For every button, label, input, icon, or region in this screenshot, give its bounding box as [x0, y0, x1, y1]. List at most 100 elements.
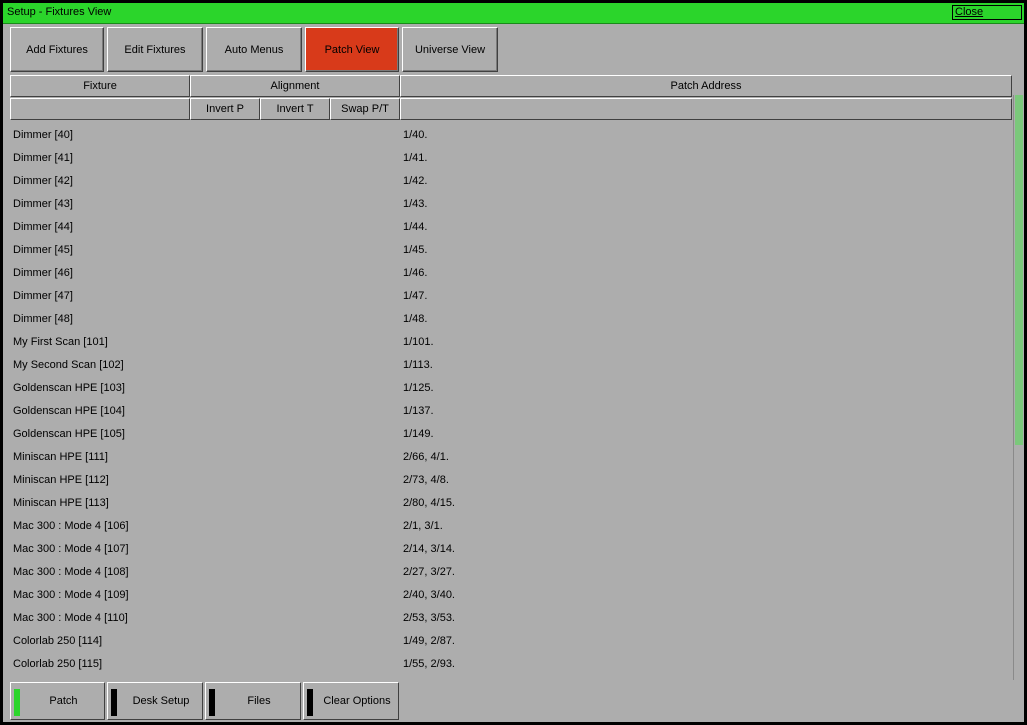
patch-address: 1/46.: [403, 267, 428, 279]
title-bar: Setup - Fixtures View Close: [3, 3, 1024, 24]
vertical-scrollbar[interactable]: [1013, 95, 1023, 680]
fixture-name: Dimmer [48]: [13, 313, 73, 325]
table-row[interactable]: Dimmer [42] 1/42.: [3, 171, 1010, 194]
fixture-name: Goldenscan HPE [103]: [13, 382, 125, 394]
fixture-name: Goldenscan HPE [104]: [13, 405, 125, 417]
tab-add-fixtures[interactable]: Add Fixtures: [10, 27, 104, 72]
tab-edit-fixtures[interactable]: Edit Fixtures: [107, 27, 203, 72]
patch-address: 2/1, 3/1.: [403, 520, 443, 532]
patch-button-label: Patch: [49, 695, 78, 707]
fixture-name: Colorlab 250 [115]: [13, 658, 103, 670]
desk-setup-button[interactable]: Desk Setup: [107, 682, 203, 720]
table-row[interactable]: Dimmer [40] 1/40.: [3, 125, 1010, 148]
header-patch-sub: [400, 98, 1012, 120]
fixture-name: My First Scan [101]: [13, 336, 108, 348]
table-row[interactable]: Miniscan HPE [113] 2/80, 4/15.: [3, 493, 1010, 516]
table-row[interactable]: Miniscan HPE [112] 2/73, 4/8.: [3, 470, 1010, 493]
patch-address: 1/113.: [403, 359, 433, 371]
table-row[interactable]: My First Scan [101] 1/101.: [3, 332, 1010, 355]
clear-options-button-label: Clear Options: [323, 695, 391, 707]
fixture-name: Dimmer [44]: [13, 221, 73, 233]
clear-options-button[interactable]: Clear Options: [303, 682, 399, 720]
scroll-thumb[interactable]: [1015, 95, 1023, 445]
header-alignment: Alignment: [190, 75, 400, 97]
patch-address: 1/149.: [403, 428, 434, 440]
table-row[interactable]: Mac 300 : Mode 4 [110] 2/53, 3/53.: [3, 608, 1010, 631]
patch-address: 2/40, 3/40.: [403, 589, 455, 601]
patch-address: 1/44.: [403, 221, 428, 233]
fixture-name: Dimmer [40]: [13, 129, 73, 141]
fixture-name: Mac 300 : Mode 4 [108]: [13, 566, 129, 578]
patch-address: 1/40.: [403, 129, 428, 141]
fixture-name: Mac 300 : Mode 4 [110]: [13, 612, 128, 624]
close-button[interactable]: Close: [952, 5, 1022, 20]
table-row[interactable]: Mac 300 : Mode 4 [109] 2/40, 3/40.: [3, 585, 1010, 608]
table-row[interactable]: Goldenscan HPE [103] 1/125.: [3, 378, 1010, 401]
files-button[interactable]: Files: [205, 682, 301, 720]
header-fixture-sub: [10, 98, 190, 120]
patch-address: 2/14, 3/14.: [403, 543, 455, 555]
table-row[interactable]: Goldenscan HPE [104] 1/137.: [3, 401, 1010, 424]
fixture-name: Mac 300 : Mode 4 [106]: [13, 520, 129, 532]
fixture-name: Miniscan HPE [111]: [13, 451, 108, 463]
patch-address: 1/55, 2/93.: [403, 658, 455, 670]
fixture-name: Dimmer [45]: [13, 244, 73, 256]
patch-address: 1/43.: [403, 198, 428, 210]
table-row[interactable]: Mac 300 : Mode 4 [108] 2/27, 3/27.: [3, 562, 1010, 585]
fixture-name: Colorlab 250 [114]: [13, 635, 103, 647]
fixture-name: Goldenscan HPE [105]: [13, 428, 125, 440]
patch-button[interactable]: Patch: [10, 682, 105, 720]
status-indicator: [14, 689, 20, 716]
fixture-name: Mac 300 : Mode 4 [109]: [13, 589, 129, 601]
patch-address: 1/42.: [403, 175, 428, 187]
patch-address: 1/49, 2/87.: [403, 635, 455, 647]
tab-patch-view[interactable]: Patch View: [305, 27, 399, 72]
patch-address: 1/45.: [403, 244, 428, 256]
tab-auto-menus[interactable]: Auto Menus: [206, 27, 302, 72]
fixture-name: Dimmer [41]: [13, 152, 73, 164]
fixture-name: Dimmer [43]: [13, 198, 73, 210]
patch-address: 1/41.: [403, 152, 428, 164]
window-title: Setup - Fixtures View: [7, 6, 112, 18]
table-row[interactable]: Colorlab 250 [114] 1/49, 2/87.: [3, 631, 1010, 654]
table-row[interactable]: Goldenscan HPE [105] 1/149.: [3, 424, 1010, 447]
status-indicator: [209, 689, 215, 716]
fixture-name: Miniscan HPE [113]: [13, 497, 109, 509]
header-swap-pt[interactable]: Swap P/T: [330, 98, 400, 120]
table-row[interactable]: Dimmer [45] 1/45.: [3, 240, 1010, 263]
patch-address: 1/47.: [403, 290, 428, 302]
status-indicator: [307, 689, 313, 716]
header-fixture[interactable]: Fixture: [10, 75, 190, 97]
table-row[interactable]: Dimmer [48] 1/48.: [3, 309, 1010, 332]
fixture-list: Dimmer [40] 1/40. Dimmer [41] 1/41. Dimmer […: [3, 125, 1010, 680]
fixture-name: My Second Scan [102]: [13, 359, 124, 371]
fixture-name: Dimmer [42]: [13, 175, 73, 187]
fixture-name: Dimmer [47]: [13, 290, 73, 302]
header-patch-address[interactable]: Patch Address: [400, 75, 1012, 97]
patch-address: 2/27, 3/27.: [403, 566, 455, 578]
fixture-name: Mac 300 : Mode 4 [107]: [13, 543, 129, 555]
table-row[interactable]: Mac 300 : Mode 4 [106] 2/1, 3/1.: [3, 516, 1010, 539]
header-invert-p[interactable]: Invert P: [190, 98, 260, 120]
table-row[interactable]: Dimmer [46] 1/46.: [3, 263, 1010, 286]
files-button-label: Files: [247, 695, 271, 707]
patch-address: 1/137.: [403, 405, 434, 417]
table-row[interactable]: Dimmer [43] 1/43.: [3, 194, 1010, 217]
fixture-name: Dimmer [46]: [13, 267, 73, 279]
table-row[interactable]: Colorlab 250 [115] 1/55, 2/93.: [3, 654, 1010, 677]
patch-address: 2/73, 4/8.: [403, 474, 449, 486]
patch-address: 2/80, 4/15.: [403, 497, 455, 509]
table-row[interactable]: Mac 300 : Mode 4 [107] 2/14, 3/14.: [3, 539, 1010, 562]
header-invert-t[interactable]: Invert T: [260, 98, 330, 120]
patch-address: 1/48.: [403, 313, 428, 325]
fixture-name: Miniscan HPE [112]: [13, 474, 109, 486]
patch-address: 1/125.: [403, 382, 434, 394]
patch-address: 2/53, 3/53.: [403, 612, 455, 624]
table-row[interactable]: Dimmer [44] 1/44.: [3, 217, 1010, 240]
table-row[interactable]: My Second Scan [102] 1/113.: [3, 355, 1010, 378]
status-indicator: [111, 689, 117, 716]
table-row[interactable]: Dimmer [41] 1/41.: [3, 148, 1010, 171]
table-row[interactable]: Dimmer [47] 1/47.: [3, 286, 1010, 309]
table-row[interactable]: Miniscan HPE [111] 2/66, 4/1.: [3, 447, 1010, 470]
tab-universe-view[interactable]: Universe View: [402, 27, 498, 72]
